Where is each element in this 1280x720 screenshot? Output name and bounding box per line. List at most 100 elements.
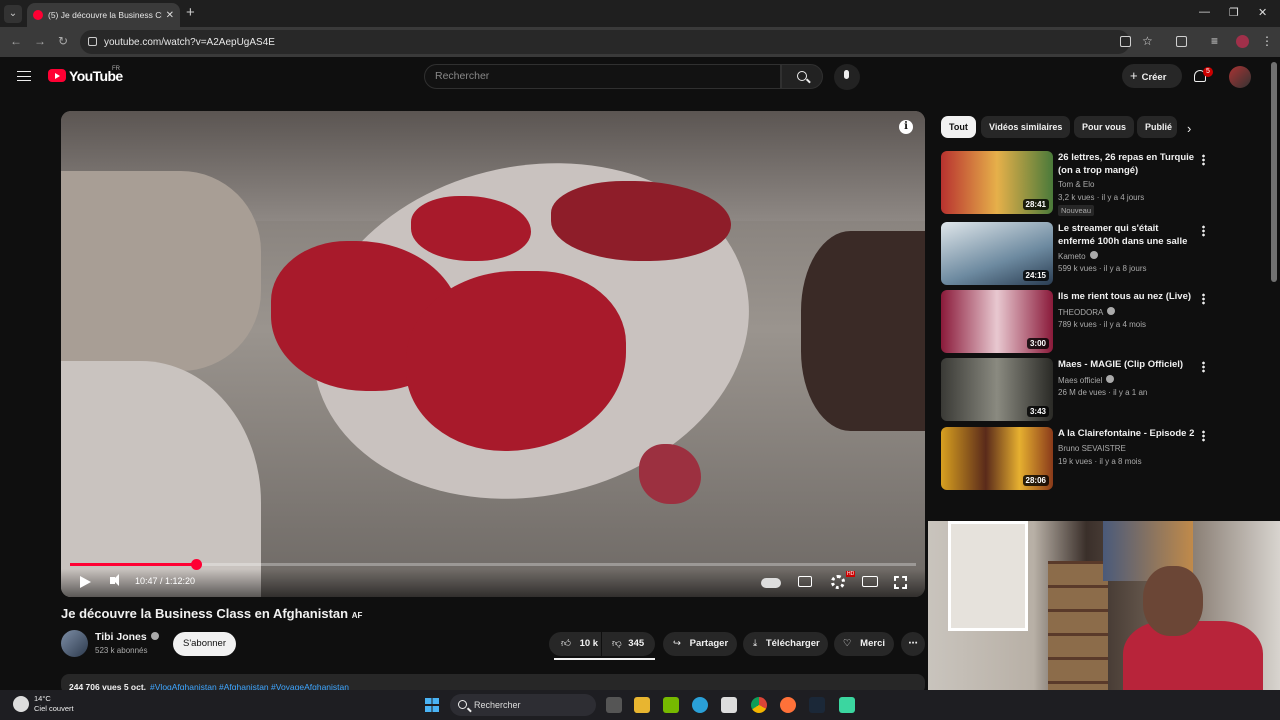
- close-tab-icon[interactable]: ✕: [166, 10, 174, 21]
- video-thumbnail[interactable]: 3:00: [941, 290, 1053, 353]
- tab-search-icon[interactable]: ⌄: [4, 5, 22, 23]
- more-options-icon[interactable]: [1202, 154, 1205, 166]
- subscribe-button[interactable]: S'abonner: [173, 632, 236, 656]
- nvidia-icon[interactable]: [663, 697, 679, 713]
- chrome-icon[interactable]: [751, 697, 767, 713]
- site-settings-icon[interactable]: [88, 37, 97, 46]
- extensions-icon[interactable]: [1176, 36, 1187, 47]
- video-thumbnail[interactable]: 28:06: [941, 427, 1053, 490]
- task-view-icon[interactable]: [606, 697, 622, 713]
- chevron-right-icon[interactable]: ›: [1187, 121, 1191, 136]
- taskbar-search[interactable]: Rechercher: [450, 694, 596, 716]
- thanks-button[interactable]: ♡ Merci: [834, 632, 894, 656]
- app-icon[interactable]: [839, 697, 855, 713]
- cast-icon[interactable]: [1120, 36, 1131, 47]
- recommendation-title[interactable]: 26 lettres, 26 repas en Turquie (on a tr…: [1058, 151, 1198, 177]
- recommendation-item[interactable]: 3:00 Ils me rient tous au nez (Live) THE…: [941, 290, 1211, 354]
- like-button[interactable]: 👍︎ 10 k: [549, 632, 601, 656]
- recommendation-channel-row[interactable]: Maes officiel: [1058, 375, 1115, 385]
- more-options-icon[interactable]: [1202, 361, 1205, 373]
- search-input[interactable]: Rechercher: [424, 64, 781, 89]
- windows-start-icon[interactable]: [425, 698, 439, 712]
- restore-icon[interactable]: ❐: [1229, 6, 1239, 19]
- page-scrollbar[interactable]: [1271, 62, 1277, 282]
- store-icon[interactable]: [721, 697, 737, 713]
- recommendation-channel[interactable]: THEODORA: [1058, 308, 1103, 317]
- more-options-icon[interactable]: [1202, 293, 1205, 305]
- progress-scrubber[interactable]: [191, 559, 203, 570]
- video-player[interactable]: i 10:47 / 1:12:20 HD: [61, 111, 925, 597]
- recommendation-channel-row[interactable]: Kameto: [1058, 251, 1098, 261]
- create-button[interactable]: + Créer: [1122, 64, 1182, 88]
- channel-name-row[interactable]: Tibi Jones: [95, 631, 159, 643]
- recommendation-channel[interactable]: Bruno SEVAISTRE: [1058, 444, 1126, 453]
- recommendation-title[interactable]: A la Clairefontaine - Episode 2: [1058, 427, 1198, 440]
- channel-name[interactable]: Tibi Jones: [95, 631, 147, 643]
- volume-icon[interactable]: [110, 574, 119, 586]
- video-thumbnail[interactable]: 24:15: [941, 222, 1053, 285]
- fullscreen-icon[interactable]: [894, 576, 907, 589]
- recommendation-channel[interactable]: Maes officiel: [1058, 376, 1102, 385]
- subtitles-icon[interactable]: [798, 576, 812, 587]
- account-avatar[interactable]: [1229, 66, 1251, 88]
- recommendation-title[interactable]: Le streamer qui s'était enfermé 100h dan…: [1058, 222, 1198, 249]
- reading-list-icon[interactable]: ≡: [1211, 34, 1218, 48]
- address-bar[interactable]: youtube.com/watch?v=A2AepUgAS4E: [80, 30, 1130, 54]
- play-icon[interactable]: [80, 576, 91, 588]
- reload-icon[interactable]: ↻: [58, 34, 68, 48]
- search-button[interactable]: [781, 64, 823, 89]
- weather-icon[interactable]: [13, 696, 29, 712]
- new-tab-icon[interactable]: +: [186, 4, 195, 21]
- recommendation-item[interactable]: 28:41 26 lettres, 26 repas en Turquie (o…: [941, 151, 1211, 216]
- steam-icon[interactable]: [809, 697, 825, 713]
- video-left-table: [61, 171, 261, 371]
- channel-avatar[interactable]: [61, 630, 88, 657]
- dislike-button[interactable]: 👎︎ 345: [602, 632, 655, 656]
- video-thumbnail[interactable]: 3:43: [941, 358, 1053, 421]
- more-options-icon[interactable]: [1202, 225, 1205, 237]
- recommendation-channel-row[interactable]: THEODORA: [1058, 307, 1116, 317]
- recommendation-title[interactable]: Maes - MAGIE (Clip Officiel): [1058, 358, 1198, 371]
- video-foreground-cloth: [61, 361, 261, 597]
- more-actions-icon[interactable]: ⋯: [901, 632, 925, 656]
- browser-tab[interactable]: (5) Je découvre la Business Class ✕: [27, 3, 180, 27]
- recommendation-channel[interactable]: Kameto: [1058, 252, 1086, 261]
- duration-badge: 3:00: [1026, 338, 1049, 349]
- chip-published[interactable]: Publié: [1137, 116, 1177, 138]
- chip-for-you[interactable]: Pour vous: [1074, 116, 1135, 138]
- verified-icon: [1089, 251, 1098, 259]
- chip-all[interactable]: Tout: [941, 116, 976, 138]
- share-icon: ↪: [673, 638, 681, 649]
- progress-bar[interactable]: [70, 559, 916, 570]
- youtube-logo-icon[interactable]: [48, 69, 66, 82]
- firefox-icon[interactable]: [780, 697, 796, 713]
- recommendation-meta: 599 k vues · il y a 8 jours: [1058, 264, 1147, 273]
- share-button[interactable]: ↪ Partager: [663, 632, 737, 656]
- browser-menu-icon[interactable]: ⋮: [1261, 34, 1273, 48]
- download-button[interactable]: ⤓ Télécharger: [743, 632, 828, 656]
- edge-icon[interactable]: [692, 697, 708, 713]
- recommendation-item[interactable]: 3:43 Maes - MAGIE (Clip Officiel) Maes o…: [941, 358, 1211, 422]
- autoplay-toggle[interactable]: [761, 578, 781, 588]
- video-info-icon[interactable]: i: [899, 120, 913, 134]
- back-icon[interactable]: ←: [10, 34, 22, 48]
- file-explorer-icon[interactable]: [634, 697, 650, 713]
- video-thumbnail[interactable]: 28:41: [941, 151, 1053, 214]
- taskbar-search-icon: [458, 700, 467, 709]
- recommendation-title[interactable]: Ils me rient tous au nez (Live): [1058, 290, 1198, 303]
- recommendation-item[interactable]: 28:06 A la Clairefontaine - Episode 2 Br…: [941, 427, 1211, 491]
- close-window-icon[interactable]: ✕: [1258, 6, 1267, 19]
- forward-icon[interactable]: →: [34, 34, 46, 48]
- more-options-icon[interactable]: [1202, 430, 1205, 442]
- minimize-icon[interactable]: —: [1199, 6, 1210, 18]
- recommendation-item[interactable]: 24:15 Le streamer qui s'était enfermé 10…: [941, 222, 1211, 286]
- bookmark-star-icon[interactable]: ☆: [1142, 34, 1153, 48]
- weather-widget[interactable]: 14°C Ciel couvert: [34, 694, 74, 714]
- settings-gear-icon[interactable]: [831, 575, 845, 589]
- recommendation-channel[interactable]: Tom & Elo: [1058, 180, 1094, 189]
- menu-icon[interactable]: [17, 71, 31, 81]
- profile-avatar-icon[interactable]: [1236, 35, 1249, 48]
- chip-similar[interactable]: Vidéos similaires: [981, 116, 1071, 138]
- voice-search-icon[interactable]: [834, 64, 860, 90]
- theater-mode-icon[interactable]: [862, 576, 878, 587]
